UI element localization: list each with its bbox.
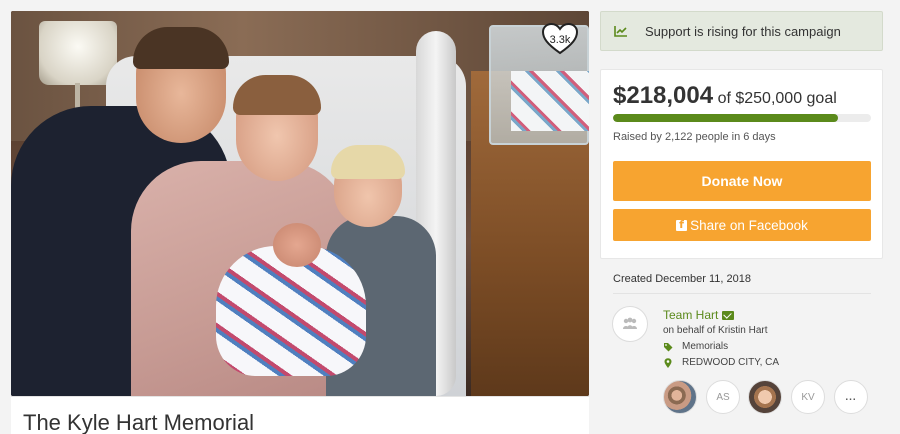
facebook-icon (676, 218, 688, 231)
more-donors-button[interactable]: ... (834, 380, 868, 414)
goal-amount: of $250,000 goal (717, 90, 837, 107)
photo-lamp (39, 21, 117, 85)
campaign-title: The Kyle Hart Memorial (23, 410, 255, 434)
donor-avatar-initials[interactable]: AS (706, 380, 740, 414)
photo-man-hair (133, 27, 229, 69)
raised-amount: $218,004 (613, 82, 714, 109)
trend-banner: Support is rising for this campaign (600, 11, 883, 51)
map-pin-icon (664, 357, 672, 368)
tag-icon (664, 342, 673, 351)
campaign-title-card: The Kyle Hart Memorial (11, 396, 589, 434)
donor-avatar[interactable] (748, 380, 782, 414)
donate-now-button[interactable]: Donate Now (613, 161, 871, 201)
location-label: REDWOOD CITY, CA (682, 357, 780, 368)
photo-baby-head (273, 223, 321, 267)
like-heart-button[interactable]: 3.3k (541, 22, 579, 56)
progress-bar (613, 114, 871, 122)
category-label: Memorials (682, 341, 729, 352)
photo-bassinet-blanket (511, 71, 589, 131)
photo-boy-hair (331, 145, 405, 179)
envelope-icon[interactable] (722, 310, 735, 320)
like-count: 3.3k (549, 33, 571, 46)
created-date: Created December 11, 2018 (613, 273, 751, 285)
on-behalf-text: on behalf of Kristin Hart (663, 325, 768, 336)
campaign-page: 3.3k The Kyle Hart Memorial Support is r… (0, 0, 900, 434)
donor-avatar[interactable] (663, 380, 697, 414)
team-icon (623, 317, 637, 329)
trend-text: Support is rising for this campaign (645, 23, 841, 39)
chart-trending-up-icon (614, 26, 627, 37)
donation-card: $218,004 of $250,000 goal Raised by 2,12… (600, 69, 883, 259)
raised-by-text: Raised by 2,122 people in 6 days (613, 131, 776, 143)
category-link[interactable]: Memorials (663, 341, 728, 352)
location-row: REDWOOD CITY, CA (663, 357, 779, 368)
share-facebook-label: Share on Facebook (690, 217, 808, 233)
photo-woman-hair (233, 75, 321, 115)
organizer-link[interactable]: Team Hart (663, 308, 735, 322)
details-divider (613, 293, 871, 294)
campaign-photo[interactable] (11, 11, 589, 396)
share-facebook-button[interactable]: Share on Facebook (613, 209, 871, 241)
donor-avatar-initials[interactable]: KV (791, 380, 825, 414)
organizer-avatar[interactable] (612, 306, 648, 342)
progress-bar-fill (613, 114, 838, 122)
amount-line: $218,004 of $250,000 goal (613, 82, 837, 110)
organizer-name: Team Hart (663, 308, 719, 322)
